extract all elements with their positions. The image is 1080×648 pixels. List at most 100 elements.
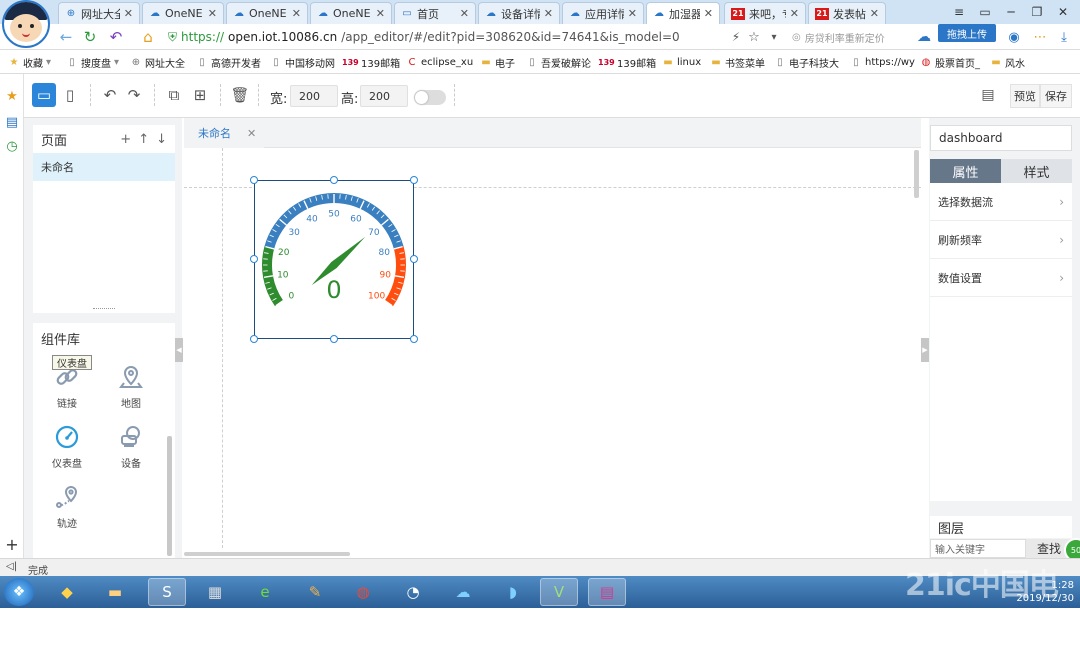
- document-icon[interactable]: ▤: [976, 83, 1000, 107]
- home-icon[interactable]: ⌂: [138, 28, 158, 46]
- user-avatar[interactable]: [2, 0, 50, 48]
- drag-upload-button[interactable]: 拖拽上传: [938, 24, 996, 42]
- more-icon[interactable]: ⋯: [1030, 28, 1050, 46]
- bookmark-item[interactable]: ▯中国移动网: [270, 54, 335, 71]
- browser-tab[interactable]: ☁应用详情✕: [562, 2, 644, 24]
- property-row-value[interactable]: 数值设置›: [930, 259, 1072, 297]
- gauge-widget[interactable]: 0102030405060708090100 0: [254, 180, 414, 339]
- resize-handle[interactable]: [410, 335, 418, 343]
- bookmark-item[interactable]: ▯https://wy: [850, 54, 915, 71]
- tab-style[interactable]: 样式: [1001, 159, 1072, 183]
- winrar-icon[interactable]: ▤: [588, 578, 626, 606]
- bookmark-item[interactable]: 139139邮箱: [342, 54, 400, 71]
- reading-icon[interactable]: ▤: [4, 114, 20, 130]
- lock-ratio-toggle[interactable]: [414, 90, 446, 105]
- collapse-left-handle[interactable]: ◀: [175, 338, 183, 362]
- canvas-vertical-scrollbar[interactable]: [914, 150, 919, 198]
- width-input[interactable]: 200: [290, 85, 338, 107]
- add-page-icon[interactable]: +: [120, 132, 131, 147]
- bookmark-item[interactable]: ▬linux: [662, 54, 701, 71]
- bookmark-item[interactable]: ▯搜度盘▾: [66, 54, 119, 71]
- app-icon[interactable]: ◗: [494, 578, 532, 606]
- download-icon[interactable]: ⤓: [1054, 28, 1074, 46]
- ungroup-icon[interactable]: ⊞: [188, 83, 212, 107]
- bookmark-item[interactable]: 139139邮箱: [598, 54, 656, 71]
- bookmark-item[interactable]: ★收藏▾: [8, 54, 51, 71]
- close-icon[interactable]: ✕: [628, 7, 637, 20]
- component-link[interactable]: 链接: [41, 363, 93, 411]
- canvas-horizontal-scrollbar[interactable]: [184, 552, 350, 556]
- component-map[interactable]: 地图: [105, 363, 157, 411]
- menu-icon[interactable]: ≡: [946, 0, 972, 24]
- mobile-view-icon[interactable]: ▯: [58, 83, 82, 107]
- collapse-right-handle[interactable]: ▶: [921, 338, 929, 362]
- desktop-view-icon[interactable]: ▭: [32, 83, 56, 107]
- chrome-icon[interactable]: ◍: [344, 578, 382, 606]
- redo-icon[interactable]: ↷: [122, 83, 146, 107]
- height-input[interactable]: 200: [360, 85, 408, 107]
- calculator-icon[interactable]: ▦: [196, 578, 234, 606]
- start-button[interactable]: ❖: [4, 578, 34, 606]
- browser-tab[interactable]: 21发表帖子✕: [808, 2, 886, 24]
- resize-handle[interactable]: [410, 255, 418, 263]
- ext-icon[interactable]: ◉: [1004, 28, 1024, 46]
- undo-icon[interactable]: ↶: [106, 28, 126, 46]
- bookmark-item[interactable]: ▯电子科技大: [774, 54, 839, 71]
- sogou-icon[interactable]: S: [148, 578, 186, 606]
- minimize-icon[interactable]: ─: [998, 0, 1024, 24]
- resize-handle[interactable]: [250, 255, 258, 263]
- close-icon[interactable]: ✕: [208, 7, 217, 20]
- resize-handle[interactable]: [330, 176, 338, 184]
- app-windows-icon[interactable]: ◆: [48, 578, 86, 606]
- bookmark-item[interactable]: ▬电子: [480, 54, 515, 71]
- close-icon[interactable]: ✕: [870, 7, 879, 20]
- bookmark-item[interactable]: ▬书签菜单: [710, 54, 765, 71]
- favorites-star-icon[interactable]: ★: [4, 88, 20, 104]
- bookmark-item[interactable]: ▬风水: [990, 54, 1025, 71]
- close-window-icon[interactable]: ✕: [1050, 0, 1076, 24]
- keil-icon[interactable]: V: [540, 578, 578, 606]
- resize-handle[interactable]: [250, 335, 258, 343]
- close-icon[interactable]: ✕: [292, 7, 301, 20]
- baidu-netdisk-icon[interactable]: ☁: [444, 578, 482, 606]
- component-device[interactable]: 设备: [105, 423, 157, 471]
- component-route[interactable]: 轨迹: [41, 483, 93, 531]
- page-item[interactable]: 未命名: [33, 153, 175, 181]
- bookmark-item[interactable]: ▯吾爱破解论: [526, 54, 591, 71]
- library-scrollbar[interactable]: [167, 436, 172, 556]
- move-up-icon[interactable]: ↑: [138, 132, 149, 147]
- browser-tab[interactable]: ☁OneNE✕: [310, 2, 392, 24]
- browser-tab-active[interactable]: ☁加湿器✕: [646, 2, 720, 24]
- close-icon[interactable]: ✕: [460, 7, 469, 20]
- component-name-field[interactable]: dashboard: [930, 125, 1072, 151]
- sogou-browser-icon[interactable]: ◔: [394, 578, 432, 606]
- close-icon[interactable]: ✕: [790, 7, 799, 20]
- resize-grip[interactable]: [93, 308, 115, 310]
- paint-icon[interactable]: ✎: [296, 578, 334, 606]
- bookmark-item[interactable]: ▯高德开发者: [196, 54, 261, 71]
- editor-tab-untitled[interactable]: 未命名✕: [184, 118, 264, 148]
- back-icon[interactable]: ←: [56, 28, 76, 46]
- refresh-icon[interactable]: ↻: [80, 28, 100, 46]
- undo-icon[interactable]: ↶: [98, 83, 122, 107]
- property-row-refresh[interactable]: 刷新频率›: [930, 221, 1072, 259]
- cloud-upload-icon[interactable]: ☁: [914, 28, 934, 46]
- property-row-datastream[interactable]: 选择数据流›: [930, 183, 1072, 221]
- close-icon[interactable]: ✕: [376, 7, 385, 20]
- close-icon[interactable]: ✕: [124, 7, 133, 20]
- browser360-icon[interactable]: e: [246, 578, 284, 606]
- close-icon[interactable]: ✕: [544, 7, 553, 20]
- resize-handle[interactable]: [410, 176, 418, 184]
- move-down-icon[interactable]: ↓: [156, 132, 167, 147]
- preview-button[interactable]: 预览: [1010, 84, 1040, 108]
- save-button[interactable]: 保存: [1040, 84, 1072, 108]
- bookmark-item[interactable]: ◍股票首页_: [920, 54, 980, 71]
- trash-icon[interactable]: 🗑: [228, 83, 252, 107]
- file-explorer-icon[interactable]: ▬: [96, 578, 134, 606]
- resize-handle[interactable]: [330, 335, 338, 343]
- component-gauge[interactable]: 仪表盘: [41, 423, 93, 471]
- tab-attributes[interactable]: 属性: [930, 159, 1001, 183]
- skin-icon[interactable]: ▭: [972, 0, 998, 24]
- history-clock-icon[interactable]: ◷: [4, 138, 20, 154]
- browser-tab[interactable]: ⊕网址大全✕: [58, 2, 140, 24]
